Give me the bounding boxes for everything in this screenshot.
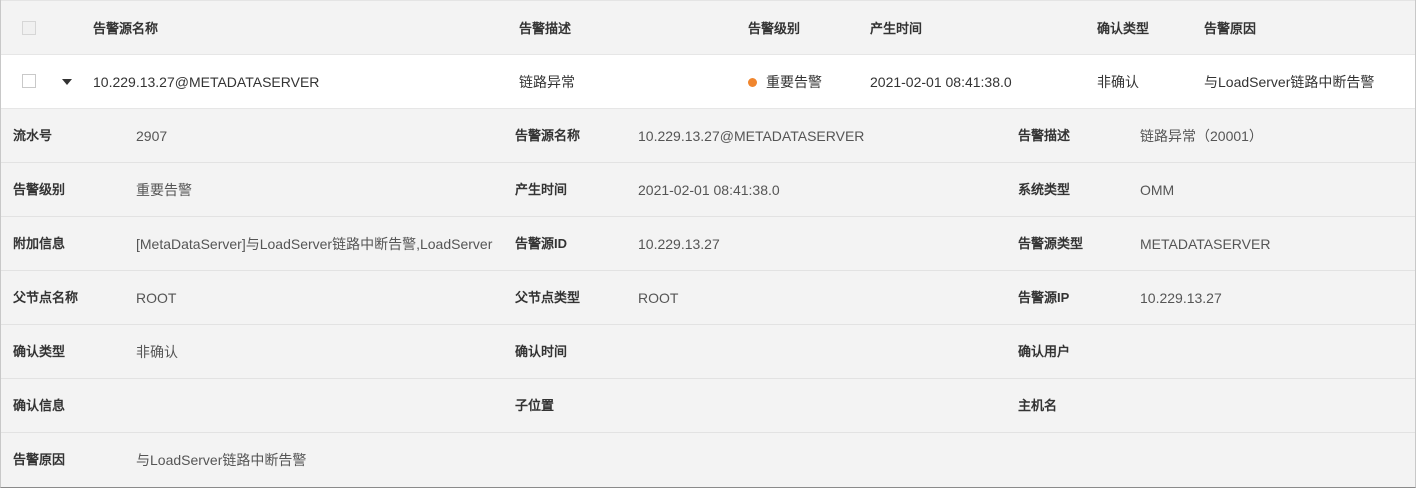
detail-label: 产生时间 (515, 182, 568, 197)
header-confirm-type[interactable]: 确认类型 (1097, 1, 1149, 56)
alarm-detail-panel: 流水号 2907 告警源名称 10.229.13.27@METADATASERV… (1, 109, 1415, 487)
detail-label: 告警源名称 (515, 128, 581, 143)
detail-row: 告警级别 重要告警 产生时间 2021-02-01 08:41:38.0 系统类… (1, 163, 1415, 217)
cell-source-name: 10.229.13.27@METADATASERVER (93, 74, 320, 90)
select-all-checkbox[interactable] (22, 21, 36, 35)
detail-row: 附加信息 [MetaDataServer]与LoadServer链路中断告警,L… (1, 217, 1415, 271)
detail-value: 10.229.13.27 (638, 236, 720, 252)
detail-label: 告警源IP (1018, 290, 1070, 305)
detail-row: 确认信息 子位置 主机名 (1, 379, 1415, 433)
table-header: 告警源名称 告警描述 告警级别 产生时间 确认类型 告警原因 (1, 0, 1415, 55)
caret-down-icon[interactable] (59, 75, 75, 89)
detail-value: METADATASERVER (1140, 236, 1271, 252)
cell-description: 链路异常 (519, 74, 575, 90)
header-level[interactable]: 告警级别 (748, 1, 800, 56)
detail-value: 非确认 (136, 344, 178, 360)
detail-value: 10.229.13.27@METADATASERVER (638, 128, 865, 144)
detail-label: 子位置 (515, 398, 555, 413)
detail-label: 主机名 (1018, 398, 1058, 413)
detail-row: 告警原因 与LoadServer链路中断告警 (1, 433, 1415, 487)
detail-label: 父节点类型 (515, 290, 581, 305)
detail-label: 确认用户 (1018, 344, 1071, 359)
detail-value (1140, 325, 1410, 379)
header-source-name[interactable]: 告警源名称 (93, 1, 158, 56)
detail-value (1140, 379, 1410, 433)
detail-label: 父节点名称 (13, 290, 79, 305)
detail-label: 告警原因 (13, 452, 66, 467)
detail-row: 父节点名称 ROOT 父节点类型 ROOT 告警源IP 10.229.13.27 (1, 271, 1415, 325)
table-row[interactable]: 10.229.13.27@METADATASERVER 链路异常 重要告警 20… (1, 55, 1415, 109)
cell-reason: 与LoadServer链路中断告警 (1204, 74, 1375, 90)
detail-value: 与LoadServer链路中断告警 (136, 452, 307, 468)
detail-value: 10.229.13.27 (1140, 290, 1222, 306)
alarm-table: 告警源名称 告警描述 告警级别 产生时间 确认类型 告警原因 10.229.13… (0, 0, 1416, 488)
detail-value (136, 379, 504, 433)
detail-value: 重要告警 (136, 182, 192, 198)
row-checkbox[interactable] (22, 74, 36, 88)
detail-label: 告警源ID (515, 236, 568, 251)
detail-value (638, 325, 1008, 379)
detail-label: 确认时间 (515, 344, 568, 359)
cell-level-text: 重要告警 (766, 74, 822, 90)
cell-time: 2021-02-01 08:41:38.0 (870, 74, 1012, 90)
detail-label: 流水号 (13, 128, 53, 143)
header-reason[interactable]: 告警原因 (1204, 1, 1256, 56)
detail-value: OMM (1140, 182, 1175, 198)
status-dot-icon (748, 77, 757, 87)
detail-row: 流水号 2907 告警源名称 10.229.13.27@METADATASERV… (1, 109, 1415, 163)
cell-level: 重要告警 (748, 55, 822, 109)
detail-value: ROOT (136, 290, 177, 306)
detail-label: 确认类型 (13, 344, 66, 359)
detail-value: 2907 (136, 128, 168, 144)
detail-value: [MetaDataServer]与LoadServer链路中断告警,LoadSe… (136, 236, 493, 252)
header-description[interactable]: 告警描述 (519, 1, 571, 56)
detail-label: 告警描述 (1018, 128, 1071, 143)
header-time[interactable]: 产生时间 (870, 1, 922, 56)
detail-value: 链路异常（20001） (1140, 128, 1263, 144)
detail-label: 系统类型 (1018, 182, 1071, 197)
cell-confirm-type: 非确认 (1097, 74, 1139, 90)
detail-row: 确认类型 非确认 确认时间 确认用户 (1, 325, 1415, 379)
detail-value: ROOT (638, 290, 679, 306)
detail-value (638, 379, 1008, 433)
detail-label: 告警源类型 (1018, 236, 1084, 251)
detail-label: 附加信息 (13, 236, 66, 251)
detail-label: 确认信息 (13, 398, 66, 413)
detail-value: 2021-02-01 08:41:38.0 (638, 182, 780, 198)
detail-label: 告警级别 (13, 182, 66, 197)
